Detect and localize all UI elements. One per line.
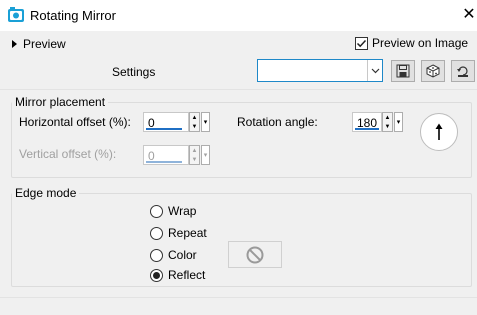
save-icon bbox=[396, 64, 410, 78]
title-bar: Rotating Mirror ✕ bbox=[0, 0, 477, 31]
vertical-offset-dropdown[interactable]: ▾ bbox=[201, 145, 210, 165]
focus-underline bbox=[146, 128, 182, 130]
edge-mode-option-label: Color bbox=[168, 248, 197, 262]
arrow-down-icon[interactable]: ▼ bbox=[190, 122, 199, 131]
arrow-down-icon[interactable]: ▼ bbox=[383, 122, 392, 131]
edge-mode-option-label: Repeat bbox=[168, 226, 207, 240]
vertical-offset-field[interactable]: 0 ▲ ▼ ▾ bbox=[143, 145, 210, 165]
save-preset-button[interactable] bbox=[391, 60, 415, 82]
chevron-down-icon: ▾ bbox=[203, 152, 208, 159]
reset-icon bbox=[457, 66, 468, 77]
horizontal-offset-field[interactable]: 0 ▲ ▼ ▾ bbox=[143, 112, 210, 132]
edge-color-swatch[interactable] bbox=[228, 241, 282, 268]
edge-mode-option-reflect[interactable]: Reflect bbox=[150, 268, 205, 282]
edge-mode-legend: Edge mode bbox=[15, 186, 77, 200]
preview-row: Preview Preview on Image Settings bbox=[0, 31, 477, 91]
radio-button[interactable] bbox=[150, 268, 163, 282]
radio-button[interactable] bbox=[150, 226, 163, 240]
randomize-icon bbox=[426, 64, 440, 78]
horizontal-offset-stepper[interactable]: ▲ ▼ bbox=[189, 112, 200, 132]
mirror-placement-legend: Mirror placement bbox=[15, 95, 106, 109]
arrow-up-icon[interactable]: ▲ bbox=[190, 146, 199, 155]
edge-mode-group: Edge mode bbox=[11, 186, 472, 287]
reset-button[interactable] bbox=[451, 60, 475, 82]
preview-toggle[interactable]: Preview bbox=[12, 37, 66, 51]
focus-underline bbox=[146, 161, 182, 163]
chevron-down-icon[interactable] bbox=[367, 60, 382, 81]
radio-selected-dot bbox=[153, 271, 160, 279]
no-color-icon bbox=[246, 246, 264, 263]
preview-on-image-label: Preview on Image bbox=[372, 36, 469, 50]
divider bbox=[0, 89, 477, 90]
horizontal-offset-label: Horizontal offset (%): bbox=[19, 115, 131, 129]
rotation-angle-dial[interactable] bbox=[420, 113, 458, 151]
randomize-button[interactable] bbox=[421, 60, 445, 82]
edge-mode-option-wrap[interactable]: Wrap bbox=[150, 204, 196, 218]
settings-label: Settings bbox=[112, 65, 156, 79]
divider bbox=[0, 297, 477, 298]
chevron-down-icon: ▾ bbox=[203, 119, 208, 126]
chevron-down-icon: ▾ bbox=[396, 119, 401, 126]
edge-mode-option-color[interactable]: Color bbox=[150, 248, 197, 262]
radio-button[interactable] bbox=[150, 248, 163, 262]
vertical-offset-label: Vertical offset (%): bbox=[19, 147, 117, 161]
edge-mode-option-label: Reflect bbox=[168, 268, 206, 282]
arrow-up-icon[interactable]: ▲ bbox=[190, 113, 199, 122]
horizontal-offset-dropdown[interactable]: ▾ bbox=[201, 112, 210, 132]
app-icon bbox=[8, 7, 24, 22]
arrow-down-icon[interactable]: ▼ bbox=[190, 155, 199, 164]
checkmark-icon bbox=[356, 39, 367, 47]
focus-underline bbox=[355, 128, 379, 130]
vertical-offset-stepper[interactable]: ▲ ▼ bbox=[189, 145, 200, 165]
close-icon[interactable]: ✕ bbox=[460, 5, 477, 25]
mirror-placement-group: Mirror placement bbox=[11, 95, 472, 178]
rotation-angle-label: Rotation angle: bbox=[237, 115, 318, 129]
preview-toggle-label: Preview bbox=[23, 37, 66, 51]
checkbox-box[interactable] bbox=[355, 36, 368, 50]
radio-button[interactable] bbox=[150, 204, 163, 218]
expand-triangle-icon bbox=[12, 40, 17, 48]
dial-needle-icon bbox=[435, 123, 443, 140]
edge-mode-option-label: Wrap bbox=[168, 204, 197, 218]
rotation-angle-dropdown[interactable]: ▾ bbox=[394, 112, 403, 132]
arrow-up-icon[interactable]: ▲ bbox=[383, 113, 392, 122]
edge-mode-option-repeat[interactable]: Repeat bbox=[150, 226, 207, 240]
settings-combo[interactable] bbox=[257, 59, 383, 82]
rotation-angle-stepper[interactable]: ▲ ▼ bbox=[382, 112, 393, 132]
rotation-angle-field[interactable]: 180 ▲ ▼ ▾ bbox=[352, 112, 403, 132]
window-title: Rotating Mirror bbox=[30, 8, 116, 23]
preview-on-image-checkbox[interactable]: Preview on Image bbox=[355, 36, 468, 50]
